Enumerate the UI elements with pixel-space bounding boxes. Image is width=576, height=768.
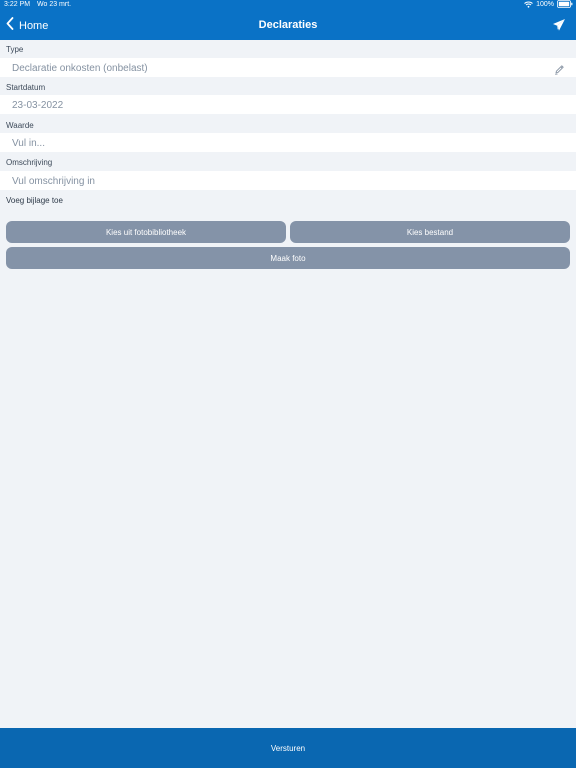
submit-button[interactable]: Versturen (0, 728, 576, 768)
status-bar: 3:22 PM Wo 23 mrt. 100% (0, 0, 576, 11)
wifi-icon (524, 1, 533, 8)
type-field[interactable]: Declaratie onkosten (onbelast) (0, 58, 576, 77)
waarde-field[interactable]: Vul in... (0, 133, 576, 152)
status-date: Wo 23 mrt. (37, 1, 72, 8)
pencil-icon (554, 62, 565, 80)
submit-label: Versturen (270, 743, 306, 753)
battery-percentage: 100% (536, 0, 554, 8)
choose-file-button[interactable]: Kies bestand (290, 221, 570, 243)
navigation-bar: Home Declaraties (0, 11, 576, 40)
attachment-label: Voeg bijlage toe (6, 196, 63, 205)
omschrijving-placeholder: Vul omschrijving in (12, 176, 95, 187)
type-value: Declaratie onkosten (onbelast) (12, 63, 148, 74)
send-button[interactable] (552, 18, 566, 37)
status-right: 100% (524, 0, 573, 8)
page-title: Declaraties (258, 19, 318, 31)
omschrijving-field[interactable]: Vul omschrijving in (0, 171, 576, 190)
photo-library-button[interactable]: Kies uit fotobibliotheek (6, 221, 286, 243)
type-label: Type (6, 45, 24, 54)
take-photo-button[interactable]: Maak foto (6, 247, 570, 269)
waarde-label: Waarde (6, 121, 34, 130)
waarde-placeholder: Vul in... (12, 138, 45, 149)
startdatum-value: 23-03-2022 (12, 100, 64, 111)
paper-plane-icon (552, 19, 566, 36)
omschrijving-label: Omschrijving (6, 158, 53, 167)
status-time: 3:22 PM (4, 1, 31, 8)
startdatum-field[interactable]: 23-03-2022 (0, 95, 576, 114)
startdatum-label: Startdatum (6, 83, 46, 92)
battery-icon (557, 0, 573, 8)
